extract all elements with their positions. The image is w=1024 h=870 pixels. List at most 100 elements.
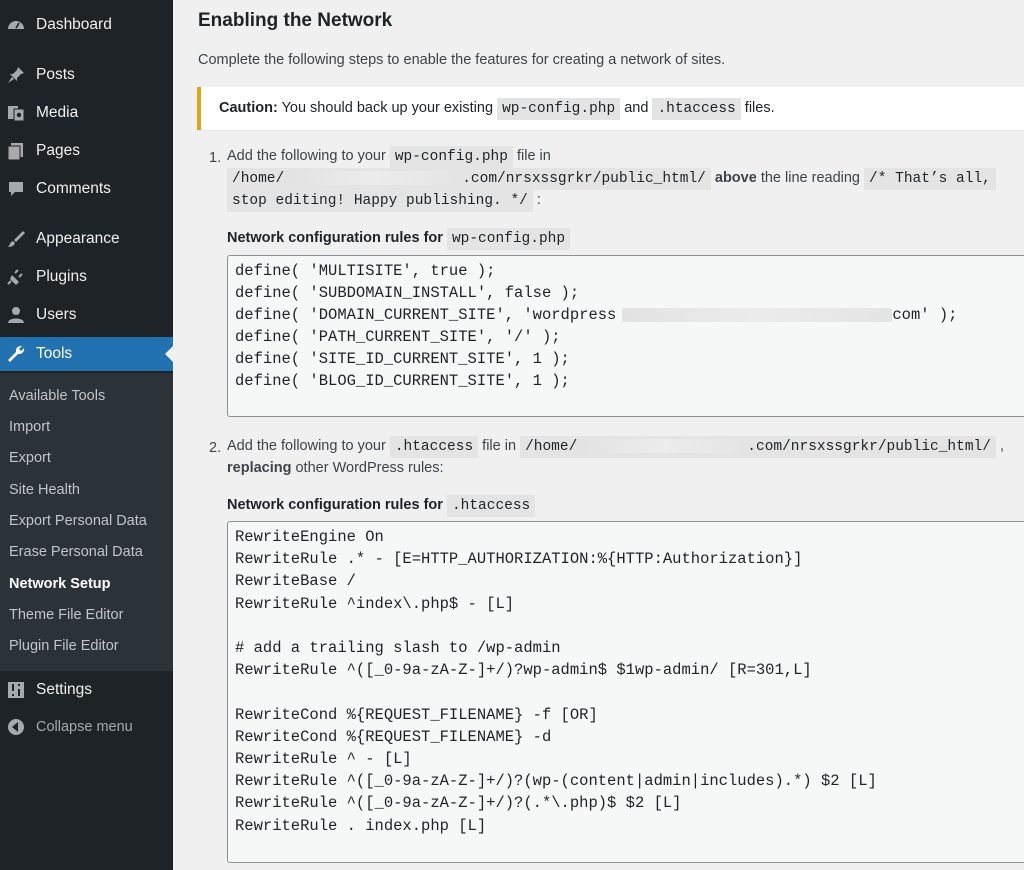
step-text: :: [532, 192, 541, 208]
intro-text: Complete the following steps to enable t…: [198, 52, 726, 68]
page-title: Enabling the Network: [198, 10, 393, 31]
menu-media[interactable]: Media: [0, 96, 173, 130]
step-2-line-1: Add the following to your .htaccess file…: [227, 436, 1004, 458]
code-line: RewriteRule ^([_0-9a-zA-Z-]+/)?(.*\.php)…: [235, 794, 682, 813]
submenu-erase-personal-data[interactable]: Erase Personal Data: [9, 544, 143, 560]
step-1-number: 1.: [209, 150, 222, 166]
code-line: RewriteRule .* - [E=HTTP_AUTHORIZATION:%…: [235, 550, 803, 569]
redacted-domain: [284, 171, 463, 186]
pin-icon: [6, 65, 26, 85]
replacing-label: replacing: [227, 460, 292, 476]
step-text: ,: [995, 438, 1004, 454]
code-line: define( 'DOMAIN_CURRENT_SITE', 'wordpres…: [235, 306, 958, 324]
dashboard-icon: [6, 15, 26, 35]
code-stop-editing: /* That’s all,: [864, 168, 996, 190]
submenu-theme-file-editor[interactable]: Theme File Editor: [9, 607, 123, 623]
htaccess-code-box[interactable]: RewriteEngine On RewriteRule .* - [E=HTTP…: [227, 521, 1024, 863]
step-1-line-1: Add the following to your wp-config.php …: [227, 146, 551, 168]
step-2-number: 2.: [209, 440, 222, 456]
code-stop-editing-2: stop editing! Happy publishing. */: [227, 190, 533, 212]
brush-icon: [6, 229, 26, 249]
step-text: other WordPress rules:: [291, 460, 444, 476]
menu-label: Appearance: [36, 230, 120, 247]
wp-config-code-box[interactable]: define( 'MULTISITE', true ); define( 'SU…: [227, 255, 1024, 417]
code-line: RewriteEngine On: [235, 528, 384, 546]
wp-config-rules-label: Network configuration rules for wp-confi…: [227, 228, 571, 250]
code-file: wp-config.php: [389, 146, 513, 168]
install-path: /home/.com/nrsxssgrkr/public_html/: [227, 168, 711, 190]
media-icon: [6, 103, 26, 123]
pages-icon: [6, 141, 26, 161]
code-line: RewriteCond %{REQUEST_FILENAME} -d: [235, 727, 552, 746]
menu-pages[interactable]: Pages: [0, 134, 173, 168]
code-wp-config: wp-config.php: [497, 98, 621, 120]
comment-icon: [6, 179, 26, 199]
step-2-line-2: replacing other WordPress rules:: [227, 460, 444, 476]
code-file: .htaccess: [389, 436, 479, 458]
code-line: RewriteRule ^([_0-9a-zA-Z-]+/)?(wp-(cont…: [235, 772, 877, 791]
caution-text: files.: [740, 100, 775, 116]
tools-submenu: Available Tools Import Export Site Healt…: [0, 373, 173, 671]
menu-label: Comments: [36, 180, 111, 197]
code-line: define( 'PATH_CURRENT_SITE', '/' );: [235, 328, 561, 346]
menu-label: Users: [36, 306, 77, 323]
step-1-line-2: /home/.com/nrsxssgrkr/public_html/ above…: [227, 168, 996, 190]
step-text: file in: [512, 148, 551, 164]
code-line: RewriteRule . index.php [L]: [235, 816, 487, 835]
submenu-available-tools[interactable]: Available Tools: [9, 388, 105, 404]
menu-users[interactable]: Users: [0, 298, 173, 332]
menu-label: Pages: [36, 142, 80, 159]
redacted-domain: [577, 439, 748, 454]
menu-label: Dashboard: [36, 16, 112, 33]
code-line: define( 'SUBDOMAIN_INSTALL', false );: [235, 284, 580, 302]
admin-sidebar: Dashboard Posts Media Pages Comments App…: [0, 0, 173, 870]
menu-plugins[interactable]: Plugins: [0, 260, 173, 294]
menu-label: Settings: [36, 681, 93, 698]
code-line: RewriteRule ^ - [L]: [235, 750, 412, 768]
menu-appearance[interactable]: Appearance: [0, 222, 173, 256]
wrench-icon: [6, 344, 26, 364]
caution-text: and: [620, 100, 653, 116]
menu-settings[interactable]: Settings: [0, 673, 173, 707]
step-text: Add the following to your: [227, 148, 390, 164]
submenu-plugin-file-editor[interactable]: Plugin File Editor: [9, 638, 119, 654]
caution-label: Caution:: [219, 100, 278, 116]
step-text: Add the following to your: [227, 438, 390, 454]
caution-notice: Caution: You should back up your existin…: [197, 87, 1024, 130]
menu-posts[interactable]: Posts: [0, 58, 173, 92]
menu-label: Posts: [36, 66, 75, 83]
submenu-network-setup[interactable]: Network Setup: [9, 576, 111, 592]
code-file: .htaccess: [446, 495, 536, 517]
submenu-site-health[interactable]: Site Health: [9, 482, 80, 498]
install-path: /home/.com/nrsxssgrkr/public_html/: [520, 436, 996, 458]
code-line: RewriteRule ^index\.php$ - [L]: [235, 594, 515, 613]
submenu-export-personal-data[interactable]: Export Personal Data: [9, 513, 147, 529]
code-line: RewriteBase /: [235, 572, 356, 591]
submenu-export[interactable]: Export: [9, 450, 51, 466]
code-line: define( 'BLOG_ID_CURRENT_SITE', 1 );: [235, 372, 570, 390]
menu-dashboard[interactable]: Dashboard: [0, 8, 173, 42]
settings-icon: [6, 680, 26, 700]
menu-tools[interactable]: Tools: [0, 337, 173, 371]
code-line: define( 'MULTISITE', true );: [235, 262, 496, 280]
above-label: above: [714, 170, 757, 186]
plug-icon: [6, 267, 26, 287]
code-file: wp-config.php: [446, 228, 571, 250]
menu-label: Tools: [36, 345, 73, 362]
step-text: the line reading: [756, 170, 865, 186]
redacted-domain: [622, 307, 893, 322]
main-content: Enabling the Network Complete the follow…: [173, 0, 1024, 870]
code-line: define( 'SITE_ID_CURRENT_SITE', 1 );: [235, 350, 570, 368]
step-1-line-3: stop editing! Happy publishing. */ :: [227, 190, 541, 212]
code-htaccess: .htaccess: [652, 98, 741, 120]
htaccess-rules-label: Network configuration rules for .htacces…: [227, 495, 536, 517]
code-line: # add a trailing slash to /wp-admin: [235, 639, 561, 657]
menu-label: Collapse menu: [36, 719, 133, 735]
menu-comments[interactable]: Comments: [0, 172, 173, 206]
code-line: RewriteRule ^([_0-9a-zA-Z-]+/)?wp-admin$…: [235, 661, 812, 680]
submenu-import[interactable]: Import: [9, 419, 50, 435]
collapse-menu-button[interactable]: Collapse menu: [0, 710, 173, 744]
code-line: RewriteCond %{REQUEST_FILENAME} -f [OR]: [235, 705, 598, 724]
step-text: file in: [478, 438, 521, 454]
collapse-icon: [6, 717, 26, 737]
